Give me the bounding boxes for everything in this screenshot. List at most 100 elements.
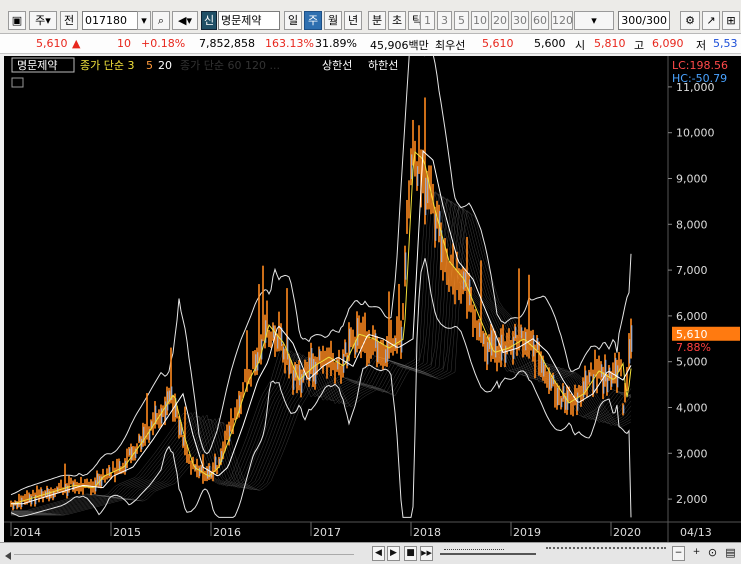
y-tick-label: 9,000: [676, 173, 708, 186]
count-value: 300: [621, 14, 643, 27]
y-tick-label: 8,000: [676, 218, 708, 231]
chart-settings-icon[interactable]: ⚙: [680, 11, 700, 30]
x-tick-label: 2015: [113, 526, 141, 539]
stop-button[interactable]: ■: [404, 546, 417, 561]
current-price-label: 5,610: [676, 328, 708, 341]
low-price: 5,53: [713, 37, 738, 50]
legend-hc: HC:-50.79: [672, 72, 727, 85]
x-tick-label: 2018: [413, 526, 441, 539]
period-tab-4[interactable]: 분: [368, 11, 386, 30]
interval-tab-1[interactable]: 1: [420, 11, 435, 30]
speaker-icon[interactable]: ◀▾: [172, 11, 198, 30]
best-bid: 5,600: [534, 37, 566, 50]
change-percent: +0.18%: [141, 37, 186, 50]
period-tab-0[interactable]: 일: [284, 11, 302, 30]
chart-window-icon[interactable]: ▣: [8, 11, 26, 30]
zoom-out-button[interactable]: −: [672, 546, 685, 561]
interval-dropdown[interactable]: ▾: [574, 11, 614, 30]
legend-lc: LC:198.56: [672, 59, 728, 72]
scroll-left-icon[interactable]: [5, 552, 11, 560]
step-forward-button[interactable]: ▶: [387, 546, 400, 561]
y-tick-label: 5,000: [676, 356, 708, 369]
trend-icon[interactable]: ↗: [702, 11, 720, 30]
grid-view-icon[interactable]: ▤: [724, 546, 737, 561]
step-back-button[interactable]: ◀: [372, 546, 385, 561]
best-quote-label: 최우선: [435, 39, 466, 52]
period-tab-3[interactable]: 년: [344, 11, 362, 30]
price-change: 10: [117, 37, 131, 50]
search-icon[interactable]: ⌕: [152, 11, 170, 30]
zoom-slider-ticks: [444, 549, 504, 550]
legend-lower-band: 하한선: [368, 58, 398, 72]
stock-code-input[interactable]: 017180: [82, 11, 138, 30]
ma-5-line: [11, 150, 632, 505]
chart-scroll-bar: ◀ ▶ ■ ▶▶ − + ⊙ ▤: [0, 542, 741, 564]
high-label: 고: [634, 39, 645, 52]
interval-tab-10[interactable]: 10: [471, 11, 489, 30]
x-tick-label: 2019: [513, 526, 541, 539]
y-tick-label: 2,000: [676, 493, 708, 506]
x-end-label: 04/13: [680, 526, 712, 539]
code-dropdown-icon[interactable]: ▾: [137, 11, 151, 30]
interval-tab-20[interactable]: 20: [491, 11, 509, 30]
trade-amount: 45,906백만: [370, 39, 429, 52]
period-tab-5[interactable]: 초: [388, 11, 406, 30]
credit-badge: 신: [201, 11, 217, 30]
count-total: /300: [642, 14, 667, 27]
scroll-track[interactable]: [14, 554, 354, 555]
up-arrow-icon: ▲: [72, 37, 81, 50]
period-tab-1[interactable]: 주: [304, 11, 322, 30]
top-toolbar: ▣ 주▾ 전 017180 ▾ ⌕ ◀▾ 신 명문제약 일주월년분초틱 1351…: [0, 0, 741, 34]
interval-tab-30[interactable]: 30: [511, 11, 529, 30]
interval-tab-5[interactable]: 5: [454, 11, 469, 30]
low-label: 저: [696, 39, 707, 52]
stock-name-field[interactable]: 명문제약: [218, 11, 280, 30]
current-pct-label: 7.88%: [676, 341, 711, 354]
market-select[interactable]: 주▾: [29, 11, 57, 30]
zoom-slider[interactable]: [440, 549, 536, 559]
y-tick-label: 7,000: [676, 264, 708, 277]
zoom-mode-icon[interactable]: ⊙: [706, 546, 719, 561]
zoom-slider-track: [440, 553, 536, 555]
prev-button[interactable]: 전: [60, 11, 78, 30]
options-icon[interactable]: ⊞: [722, 11, 740, 30]
x-tick-label: 2017: [313, 526, 341, 539]
x-tick-label: 2016: [213, 526, 241, 539]
open-label: 시: [575, 39, 586, 52]
fan-line: [11, 189, 632, 512]
legend-upper-band: 상한선: [322, 59, 352, 72]
period-tab-2[interactable]: 월: [324, 11, 342, 30]
zoom-scale-dots: [546, 547, 666, 561]
high-price: 6,090: [652, 37, 684, 50]
legend-ma3: 종가 단순 3: [80, 59, 134, 72]
best-ask: 5,610: [482, 37, 514, 50]
zoom-in-button[interactable]: +: [690, 546, 703, 561]
data-count-field[interactable]: 300/300: [618, 11, 670, 30]
current-price: 5,610: [36, 37, 68, 50]
legend-grid-icon: [11, 77, 24, 88]
lower-band-line: [10, 258, 632, 518]
y-tick-label: 10,000: [676, 127, 715, 140]
y-tick-label: 4,000: [676, 402, 708, 415]
x-tick-label: 2020: [613, 526, 641, 539]
legend-hidden-mas: 종가 단순 60 120 ...: [180, 59, 280, 72]
fast-forward-button[interactable]: ▶▶: [420, 546, 433, 561]
open-price: 5,810: [594, 37, 626, 50]
interval-tab-120[interactable]: 120: [551, 11, 573, 30]
chart-canvas[interactable]: 11,00010,0009,0008,0007,0006,0005,0004,0…: [4, 4, 741, 542]
upper-band-line: [10, 4, 632, 496]
ma-20-line: [11, 149, 632, 505]
market-select-label: 주: [35, 14, 46, 27]
interval-tab-3[interactable]: 3: [437, 11, 452, 30]
legend-ma5: 5: [146, 59, 153, 72]
quote-strip: 5,610 ▲ 10 +0.18% 7,852,858 163.13% 31.8…: [0, 34, 741, 54]
turnover-rate: 31.89%: [315, 37, 357, 50]
y-tick-label: 6,000: [676, 310, 708, 323]
legend-stock-name: 명문제약: [17, 58, 57, 72]
legend-ma20: 20: [158, 59, 172, 72]
volume: 7,852,858: [199, 37, 255, 50]
interval-tab-60[interactable]: 60: [531, 11, 549, 30]
x-tick-label: 2014: [13, 526, 41, 539]
y-tick-label: 3,000: [676, 447, 708, 460]
price-chart[interactable]: 11,000 10,000 9,000 8,000 7,000 6,000 5,000 4,0…: [4, 4, 741, 542]
